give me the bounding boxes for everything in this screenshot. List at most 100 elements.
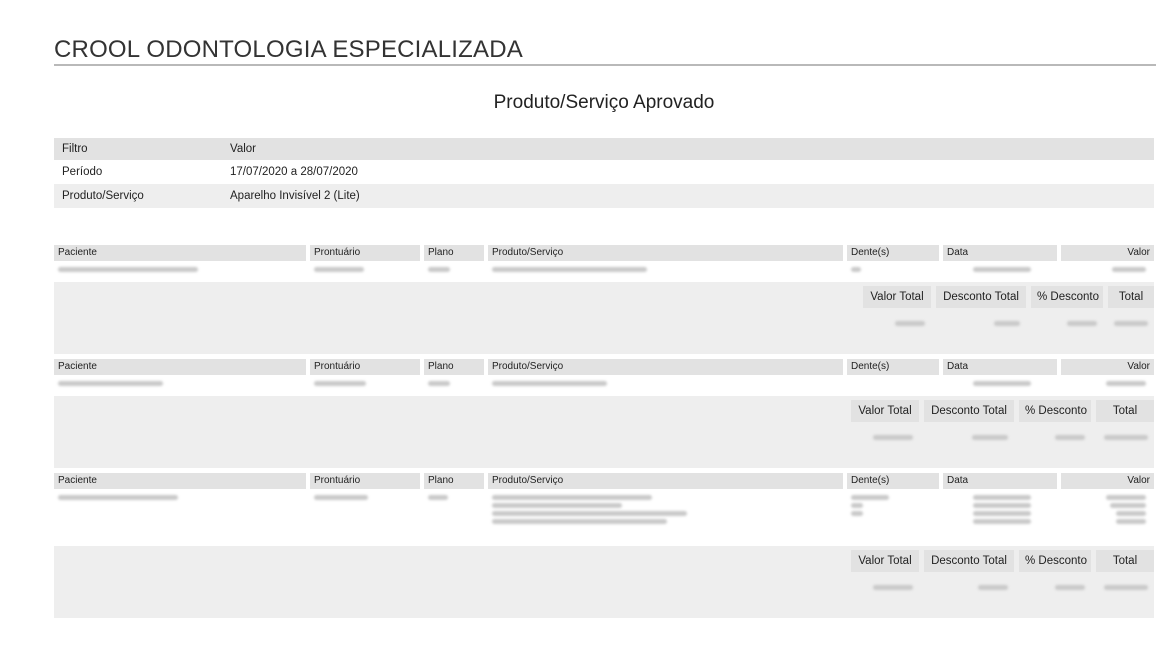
totals-header-total: Total <box>1108 286 1154 308</box>
company-title: CROOL ODONTOLOGIA ESPECIALIZADA <box>54 36 523 63</box>
redacted-text <box>973 267 1031 272</box>
redacted-text <box>978 584 1008 590</box>
filter-row-periodo: Período 17/07/2020 a 28/07/2020 <box>54 160 1154 184</box>
record-totals: Valor Total Desconto Total % Desconto To… <box>54 396 1154 468</box>
redacted-text <box>1116 519 1146 524</box>
totals-header-total: Total <box>1096 550 1154 572</box>
filter-row-produto: Produto/Serviço Aparelho Invisível 2 (Li… <box>54 184 1154 208</box>
redacted-text <box>873 434 913 440</box>
col-prontuario: Prontuário <box>310 359 420 375</box>
totals-header-total: Total <box>1096 400 1154 422</box>
redacted-text <box>1116 511 1146 516</box>
col-valor: Valor <box>1061 245 1154 261</box>
totals-header-desconto-total: Desconto Total <box>924 400 1014 422</box>
redacted-text <box>1055 434 1085 440</box>
redacted-text <box>994 320 1020 326</box>
totals-box: Valor Total Desconto Total % Desconto To… <box>846 550 1154 602</box>
record-row <box>54 261 1154 282</box>
col-plano: Plano <box>424 359 484 375</box>
redacted-text <box>973 495 1031 500</box>
redacted-text <box>973 519 1031 524</box>
col-dentes: Dente(s) <box>847 245 939 261</box>
redacted-text <box>895 320 925 326</box>
col-plano: Plano <box>424 245 484 261</box>
filter-table: Filtro Valor Período 17/07/2020 a 28/07/… <box>54 138 1154 208</box>
redacted-text <box>492 267 647 272</box>
redacted-text <box>851 511 863 516</box>
col-data: Data <box>943 473 1057 489</box>
totals-header-valor-total: Valor Total <box>863 286 931 308</box>
redacted-text <box>314 267 364 272</box>
redacted-text <box>1104 584 1148 590</box>
totals-header-pct-desconto: % Desconto <box>1031 286 1103 308</box>
redacted-text <box>851 495 889 500</box>
filter-header-row: Filtro Valor <box>54 138 1154 160</box>
redacted-text <box>58 381 163 386</box>
totals-header-pct-desconto: % Desconto <box>1019 400 1091 422</box>
redacted-text <box>973 381 1031 386</box>
totals-box: Valor Total Desconto Total % Desconto To… <box>858 286 1154 338</box>
redacted-text <box>428 381 450 386</box>
totals-box: Valor Total Desconto Total % Desconto To… <box>846 400 1154 452</box>
record-row <box>54 489 1154 546</box>
totals-header-pct-desconto: % Desconto <box>1019 550 1091 572</box>
redacted-text <box>58 267 198 272</box>
col-dentes: Dente(s) <box>847 359 939 375</box>
redacted-text <box>1104 434 1148 440</box>
redacted-text <box>314 381 366 386</box>
col-valor: Valor <box>1061 473 1154 489</box>
redacted-text <box>492 503 622 508</box>
redacted-text <box>1114 320 1148 326</box>
filter-label: Produto/Serviço <box>62 190 144 202</box>
filter-value: 17/07/2020 a 28/07/2020 <box>230 166 358 178</box>
redacted-text <box>1112 267 1146 272</box>
redacted-text <box>1106 495 1146 500</box>
redacted-text <box>851 503 863 508</box>
record-totals: Valor Total Desconto Total % Desconto To… <box>54 546 1154 618</box>
redacted-text <box>1110 503 1146 508</box>
col-dentes: Dente(s) <box>847 473 939 489</box>
col-data: Data <box>943 359 1057 375</box>
col-produto-servico: Produto/Serviço <box>488 245 843 261</box>
col-paciente: Paciente <box>54 245 306 261</box>
redacted-text <box>314 495 368 500</box>
filter-header-valor: Valor <box>230 143 256 155</box>
record-header-row: Paciente Prontuário Plano Produto/Serviç… <box>54 245 1154 261</box>
col-paciente: Paciente <box>54 359 306 375</box>
col-data: Data <box>943 245 1057 261</box>
record-row <box>54 375 1154 396</box>
redacted-text <box>873 584 913 590</box>
col-plano: Plano <box>424 473 484 489</box>
redacted-text <box>492 519 667 524</box>
record-totals: Valor Total Desconto Total % Desconto To… <box>54 282 1154 354</box>
record-header-row: Paciente Prontuário Plano Produto/Serviç… <box>54 473 1154 489</box>
redacted-text <box>58 495 178 500</box>
redacted-text <box>1055 584 1085 590</box>
redacted-text <box>1067 320 1097 326</box>
redacted-text <box>1106 381 1146 386</box>
redacted-text <box>972 434 1008 440</box>
filter-label: Período <box>62 166 103 178</box>
record-header-row: Paciente Prontuário Plano Produto/Serviç… <box>54 359 1154 375</box>
redacted-text <box>492 511 687 516</box>
redacted-text <box>428 267 450 272</box>
redacted-text <box>428 495 448 500</box>
patient-record: Paciente Prontuário Plano Produto/Serviç… <box>54 473 1154 618</box>
title-divider <box>54 64 1156 66</box>
redacted-text <box>492 495 652 500</box>
report-title: Produto/Serviço Aprovado <box>493 92 715 113</box>
col-paciente: Paciente <box>54 473 306 489</box>
col-prontuario: Prontuário <box>310 245 420 261</box>
filter-header-filtro: Filtro <box>62 143 88 155</box>
patient-record: Paciente Prontuário Plano Produto/Serviç… <box>54 359 1154 468</box>
col-valor: Valor <box>1061 359 1154 375</box>
patient-record: Paciente Prontuário Plano Produto/Serviç… <box>54 245 1154 354</box>
redacted-text <box>851 267 861 272</box>
totals-header-desconto-total: Desconto Total <box>924 550 1014 572</box>
redacted-text <box>492 381 607 386</box>
col-prontuario: Prontuário <box>310 473 420 489</box>
redacted-text <box>973 503 1031 508</box>
redacted-text <box>973 511 1031 516</box>
col-produto-servico: Produto/Serviço <box>488 359 843 375</box>
totals-header-desconto-total: Desconto Total <box>936 286 1026 308</box>
